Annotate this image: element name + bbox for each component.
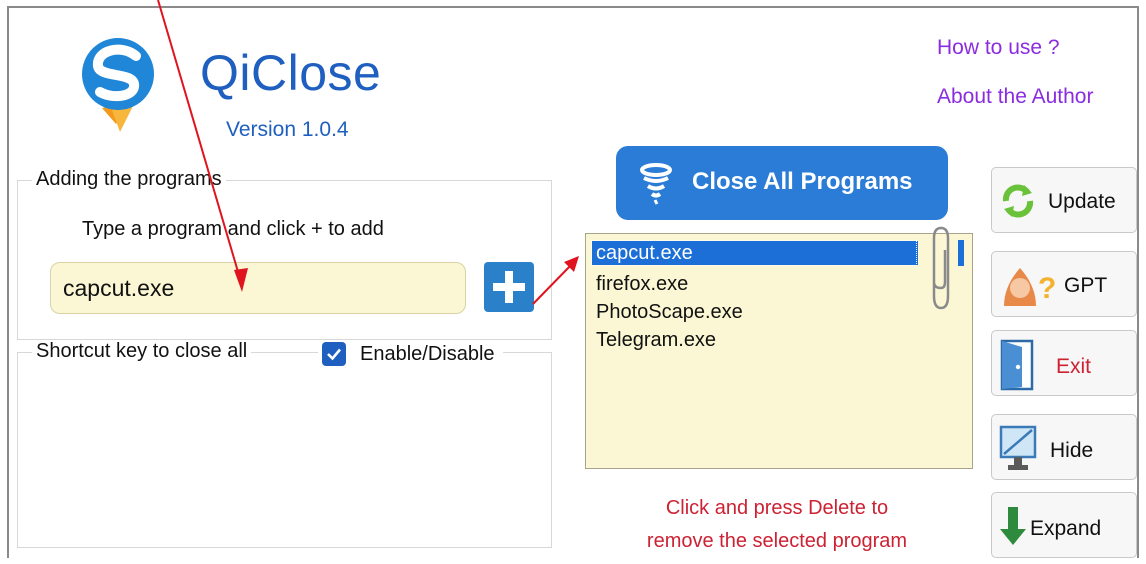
program-name-input[interactable]	[50, 262, 466, 314]
checkbox-checked-icon	[322, 342, 346, 366]
program-listbox[interactable]: capcut.exe firefox.exe PhotoScape.exe Te…	[585, 226, 973, 469]
list-item[interactable]: capcut.exe	[592, 241, 918, 265]
remove-instruction-line2: remove the selected program	[646, 530, 908, 552]
list-item[interactable]: PhotoScape.exe	[592, 300, 747, 324]
expand-label: Expand	[1030, 517, 1102, 540]
gpt-button[interactable]: ? GPT	[991, 251, 1137, 317]
app-version: Version 1.0.4	[226, 118, 349, 141]
qiclose-logo-icon	[82, 38, 154, 132]
add-hint-text: Type a program and click + to add	[82, 218, 384, 240]
qiclose-window: QiClose Version 1.0.4 How to use ? About…	[0, 0, 1146, 564]
close-all-programs-button[interactable]: Close All Programs	[616, 146, 948, 220]
assistant-question-icon: ?	[1004, 268, 1056, 306]
how-to-use-link[interactable]: How to use ?	[937, 36, 1060, 60]
exit-button[interactable]: Exit	[991, 330, 1137, 396]
hide-label: Hide	[1050, 439, 1094, 462]
update-label: Update	[1048, 190, 1116, 213]
adding-programs-title: Adding the programs	[32, 168, 226, 191]
hide-button[interactable]: Hide	[991, 414, 1137, 480]
list-item[interactable]: firefox.exe	[592, 272, 692, 296]
plus-icon	[493, 271, 525, 303]
refresh-icon	[1002, 184, 1034, 218]
remove-instruction: Click and press Delete to remove the sel…	[596, 492, 958, 558]
list-scrollbar[interactable]	[958, 240, 964, 266]
add-program-button[interactable]	[484, 262, 534, 312]
expand-button[interactable]: Expand	[991, 492, 1137, 558]
list-item[interactable]: Telegram.exe	[592, 328, 720, 352]
exit-label: Exit	[1056, 355, 1092, 378]
app-title: QiClose	[200, 45, 382, 101]
enable-disable-label: Enable/Disable	[360, 342, 495, 365]
shortcut-group: Shortcut key to close all	[17, 340, 552, 548]
remove-instruction-line1: Click and press Delete to	[665, 497, 889, 519]
gpt-label: GPT	[1064, 274, 1108, 297]
monitor-hide-icon	[999, 425, 1037, 470]
paperclip-icon	[932, 226, 950, 310]
close-all-label: Close All Programs	[692, 168, 913, 195]
about-author-link[interactable]: About the Author	[937, 85, 1093, 109]
adding-programs-group: Adding the programs	[17, 168, 552, 340]
door-exit-icon	[1000, 339, 1034, 391]
arrow-down-icon	[1000, 507, 1026, 545]
tornado-icon	[640, 163, 672, 205]
enable-disable-checkbox[interactable]: Enable/Disable	[318, 342, 503, 366]
shortcut-group-title: Shortcut key to close all	[32, 340, 252, 363]
svg-text:?: ?	[1038, 272, 1056, 305]
update-button[interactable]: Update	[991, 167, 1137, 233]
